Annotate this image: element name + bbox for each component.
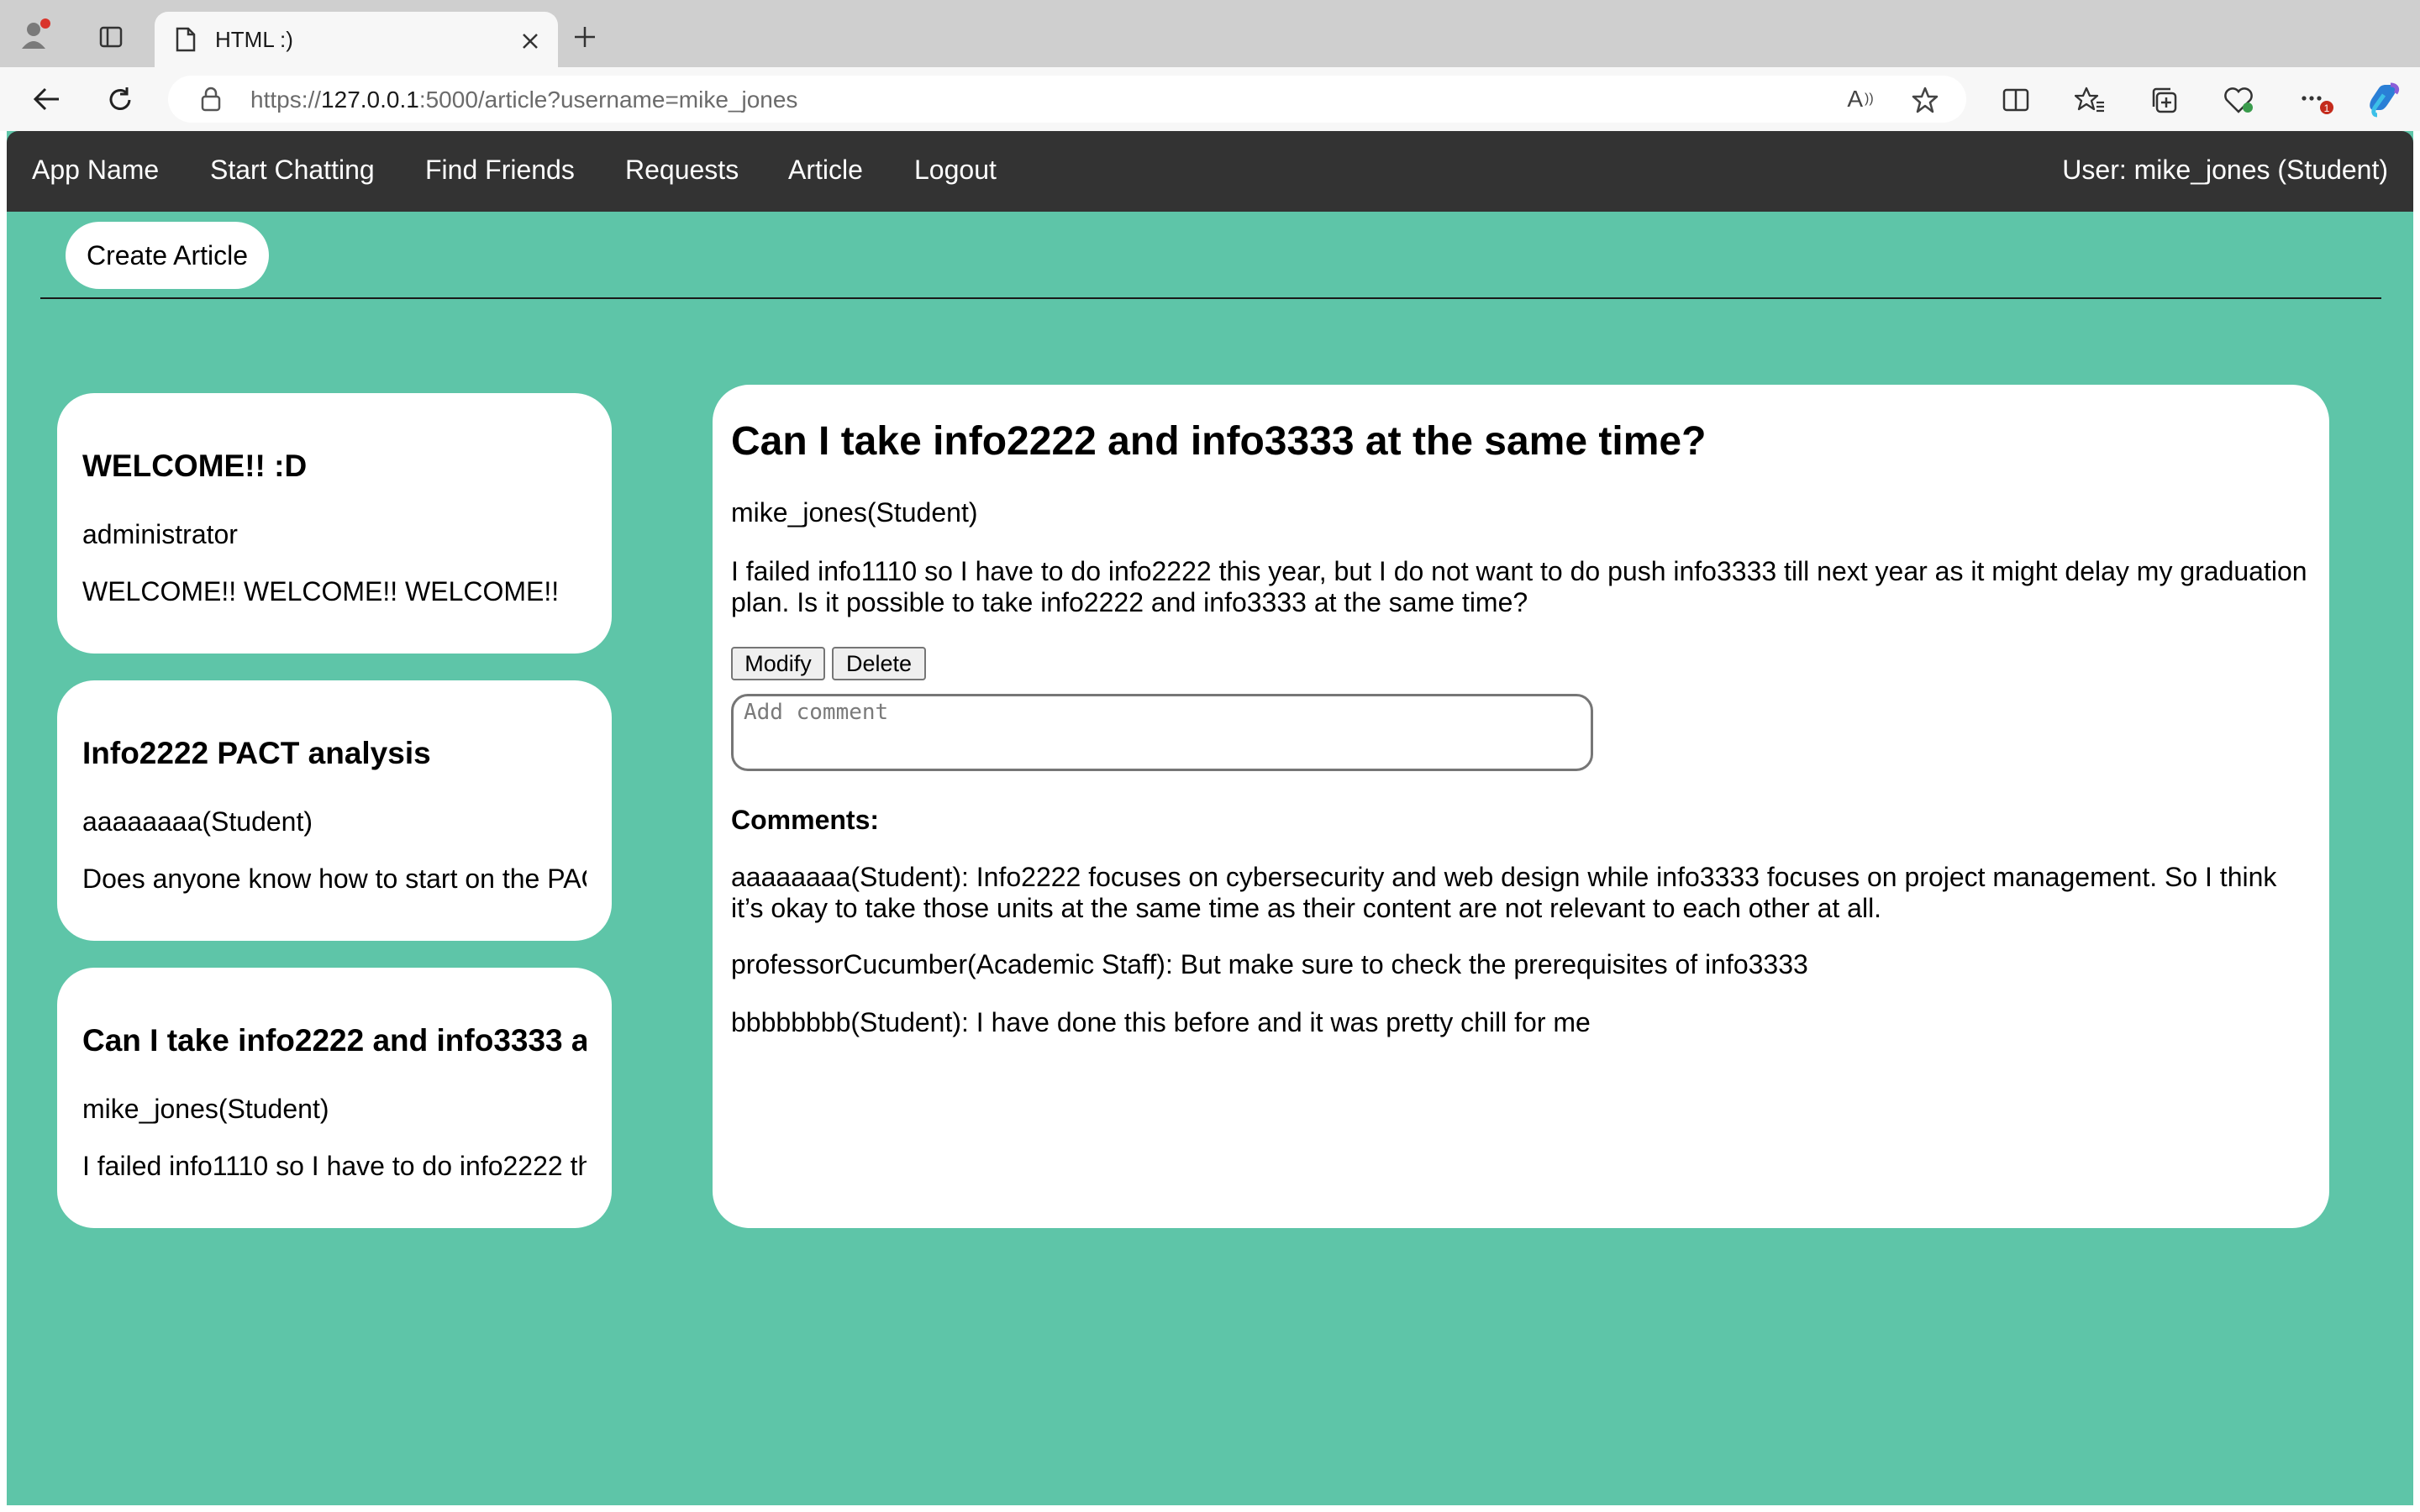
read-aloud-label: A xyxy=(1847,86,1864,112)
article-card-preview: Does anyone know how to start on the PAC… xyxy=(82,864,587,894)
article-author: mike_jones(Student) xyxy=(731,497,978,528)
nav-logout[interactable]: Logout xyxy=(914,155,997,186)
nav-article[interactable]: Article xyxy=(788,155,863,186)
article-card[interactable]: Can I take info2222 and info3333 at the … xyxy=(57,968,612,1228)
site-info-icon[interactable] xyxy=(197,85,225,113)
create-article-button[interactable]: Create Article xyxy=(66,222,269,289)
modify-button[interactable]: Modify xyxy=(731,647,825,680)
comment-item: professorCucumber(Academic Staff): But m… xyxy=(731,949,1808,979)
collections-icon[interactable] xyxy=(2148,84,2180,116)
url-path: :5000/article?username=mike_jones xyxy=(418,87,798,113)
article-card-author: mike_jones(Student) xyxy=(82,1094,329,1124)
nav-requests[interactable]: Requests xyxy=(625,155,739,186)
tab-title: HTML :) xyxy=(215,27,293,52)
svg-text:1: 1 xyxy=(2324,102,2330,114)
tab-actions-icon[interactable] xyxy=(97,24,124,50)
page-icon xyxy=(173,27,198,52)
more-options-icon[interactable]: 1 xyxy=(2297,84,2336,116)
article-card-author: aaaaaaaa(Student) xyxy=(82,806,313,837)
navbar: App Name Start Chatting Find Friends Req… xyxy=(7,131,2413,212)
new-tab-icon[interactable] xyxy=(571,24,598,50)
add-comment-input[interactable] xyxy=(731,694,1593,771)
reload-icon[interactable] xyxy=(104,84,136,116)
favorite-star-icon[interactable] xyxy=(1909,84,1941,116)
back-icon[interactable] xyxy=(30,84,64,114)
copilot-icon[interactable] xyxy=(2365,81,2403,119)
favorites-icon[interactable] xyxy=(2074,84,2106,116)
article-detail-panel: Can I take info2222 and info3333 at the … xyxy=(713,385,2329,1228)
article-card-preview: WELCOME!! WELCOME!! WELCOME!! xyxy=(82,576,560,606)
article-card-author: administrator xyxy=(82,519,238,549)
url-scheme: https:// xyxy=(250,87,322,113)
article-body: I failed info1110 so I have to do info22… xyxy=(731,556,2307,617)
read-aloud-icon[interactable]: A)) xyxy=(1844,84,1877,114)
current-user-label: User: mike_jones (Student) xyxy=(2062,155,2388,185)
url-host: 127.0.0.1 xyxy=(321,87,419,113)
comment-item: aaaaaaaa(Student): Info2222 focuses on c… xyxy=(731,862,2277,923)
nav-find-friends[interactable]: Find Friends xyxy=(425,155,575,186)
nav-app-name[interactable]: App Name xyxy=(32,155,159,186)
article-card-title: WELCOME!! :D xyxy=(82,449,308,483)
article-card[interactable]: Info2222 PACT analysis aaaaaaaa(Student)… xyxy=(57,680,612,941)
nav-start-chatting[interactable]: Start Chatting xyxy=(210,155,375,186)
article-card-title: Info2222 PACT analysis xyxy=(82,736,431,770)
url-text[interactable]: https://127.0.0.1:5000/article?username=… xyxy=(250,87,797,113)
browser-tab-strip: HTML :) xyxy=(0,0,2420,67)
browser-tab[interactable]: HTML :) xyxy=(155,12,558,67)
delete-button[interactable]: Delete xyxy=(832,647,926,680)
browser-essentials-icon[interactable] xyxy=(2222,84,2255,116)
split-screen-icon[interactable] xyxy=(2000,84,2032,116)
comments-heading: Comments: xyxy=(731,805,880,835)
close-tab-icon[interactable] xyxy=(518,29,543,54)
divider xyxy=(40,297,2381,299)
article-card-preview: I failed info1110 so I have to do info22… xyxy=(82,1151,587,1181)
article-title: Can I take info2222 and info3333 at the … xyxy=(731,419,1707,464)
page-viewport: App Name Start Chatting Find Friends Req… xyxy=(7,131,2413,1505)
profile-icon[interactable] xyxy=(18,17,52,50)
article-card[interactable]: WELCOME!! :D administrator WELCOME!! WEL… xyxy=(57,393,612,654)
comment-item: bbbbbbbb(Student): I have done this befo… xyxy=(731,1007,1591,1037)
article-card-title: Can I take info2222 and info3333 at the … xyxy=(82,1023,587,1058)
